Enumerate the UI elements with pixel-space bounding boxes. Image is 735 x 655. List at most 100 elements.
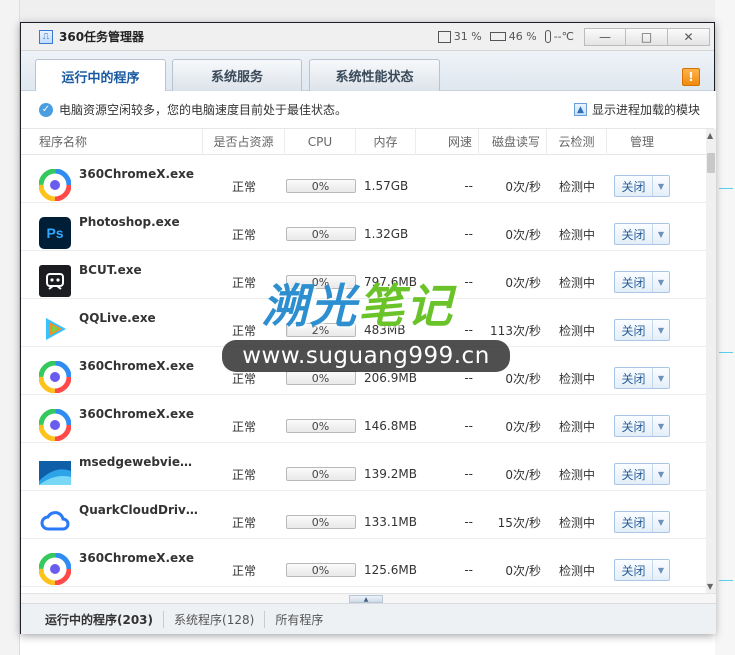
temperature-value: --℃ xyxy=(553,30,574,43)
footer-tab-running[interactable]: 运行中的程序(203) xyxy=(21,610,165,628)
temperature-stat: --℃ xyxy=(544,30,574,43)
collapse-up-icon[interactable]: ▲ xyxy=(349,595,383,603)
network-speed: -- xyxy=(464,419,473,433)
process-name-cell: BCUT.exe xyxy=(21,251,203,299)
process-name: QuarkCloudDrive.e... xyxy=(79,503,203,517)
close-process-label[interactable]: 关闭 xyxy=(615,368,653,388)
show-modules-link[interactable]: ▲ 显示进程加载的模块 xyxy=(573,101,700,118)
warning-icon[interactable]: ! xyxy=(682,68,700,86)
check-icon: ✓ xyxy=(39,102,53,117)
close-process-button[interactable]: 关闭 ▼ xyxy=(614,175,670,197)
footer-tab-all[interactable]: 所有程序 xyxy=(265,611,333,628)
column-header-cpu[interactable]: CPU xyxy=(285,129,356,155)
process-name: BCUT.exe xyxy=(79,263,142,277)
close-process-button[interactable]: 关闭 ▼ xyxy=(614,415,670,437)
dropdown-arrow-icon[interactable]: ▼ xyxy=(653,512,669,532)
cloud-check-status: 检测中 xyxy=(558,419,595,434)
close-process-button[interactable]: 关闭 ▼ xyxy=(614,223,670,245)
title-bar[interactable]: ⎍ 360任务管理器 31 % 46 % --℃ — □ ✕ xyxy=(21,23,714,51)
process-row[interactable]: Ps Photoshop.exe 正常 0% 1.32GB -- 0次/秒 检测… xyxy=(21,203,706,251)
svg-text:Ps: Ps xyxy=(46,225,63,241)
disk-io: 0次/秒 xyxy=(505,563,541,578)
scroll-up-icon[interactable]: ▲ xyxy=(707,131,713,140)
close-process-button[interactable]: 关闭 ▼ xyxy=(614,463,670,485)
process-name-cell: QuarkCloudDrive.e... xyxy=(21,491,203,539)
vertical-scrollbar[interactable]: ▲ ▼ xyxy=(706,129,716,593)
column-header-manage[interactable]: 管理 xyxy=(607,129,677,155)
close-process-label[interactable]: 关闭 xyxy=(615,464,653,484)
close-process-button[interactable]: 关闭 ▼ xyxy=(614,319,670,341)
close-process-label[interactable]: 关闭 xyxy=(615,272,653,292)
close-process-label[interactable]: 关闭 xyxy=(615,320,653,340)
tab-performance-status[interactable]: 系统性能状态 xyxy=(309,59,440,91)
column-header-name[interactable]: 程序名称 xyxy=(21,129,203,155)
close-window-button[interactable]: ✕ xyxy=(668,27,710,46)
cpu-cell: 0% xyxy=(285,491,356,539)
dropdown-arrow-icon[interactable]: ▼ xyxy=(653,464,669,484)
cloud-check-status: 检测中 xyxy=(558,467,595,482)
close-process-button[interactable]: 关闭 ▼ xyxy=(614,559,670,581)
cloud-check-status: 检测中 xyxy=(558,371,595,386)
column-header-cloud[interactable]: 云检测 xyxy=(547,129,607,155)
network-speed: -- xyxy=(464,515,473,529)
cpu-usage-bar: 0% xyxy=(285,419,356,433)
memory-usage-value: 125.6MB xyxy=(364,563,417,577)
close-process-label[interactable]: 关闭 xyxy=(615,416,653,436)
tab-running-programs[interactable]: 运行中的程序 xyxy=(35,59,166,92)
column-header-memory[interactable]: 内存 xyxy=(356,129,416,155)
close-process-button[interactable]: 关闭 ▼ xyxy=(614,271,670,293)
resource-status: 正常 xyxy=(231,227,256,242)
window-title: 360任务管理器 xyxy=(59,30,145,44)
disk-io: 0次/秒 xyxy=(505,275,541,290)
process-name: msedgewebview2.... xyxy=(79,455,203,469)
qqlive-icon xyxy=(39,313,71,345)
memory-usage: 46 % xyxy=(508,30,537,43)
dropdown-arrow-icon[interactable]: ▼ xyxy=(653,272,669,292)
maximize-button[interactable]: □ xyxy=(626,27,668,46)
column-header-network[interactable]: 网速 xyxy=(416,129,479,155)
cpu-usage-text: 0% xyxy=(311,371,330,385)
chrome360-icon xyxy=(38,168,72,202)
process-row[interactable]: 360ChromeX.exe 正常 0% 1.57GB -- 0次/秒 检测中 … xyxy=(21,155,706,203)
disk-io: 0次/秒 xyxy=(505,419,541,434)
memory-usage-value: 139.2MB xyxy=(364,467,417,481)
minimize-button[interactable]: — xyxy=(584,27,626,46)
dropdown-arrow-icon[interactable]: ▼ xyxy=(653,560,669,580)
scroll-down-icon[interactable]: ▼ xyxy=(707,582,713,591)
column-header-resource[interactable]: 是否占资源 xyxy=(203,129,285,155)
process-row[interactable]: QuarkCloudDrive.e... 正常 0% 133.1MB -- 15… xyxy=(21,491,706,539)
scrollbar-thumb[interactable] xyxy=(707,153,715,173)
cpu-usage-bar: 0% xyxy=(285,179,356,193)
disk-io: 15次/秒 xyxy=(497,515,541,530)
column-header-disk[interactable]: 磁盘读写 xyxy=(479,129,547,155)
resource-status: 正常 xyxy=(231,467,256,482)
resource-status: 正常 xyxy=(231,419,256,434)
close-process-label[interactable]: 关闭 xyxy=(615,512,653,532)
dropdown-arrow-icon[interactable]: ▼ xyxy=(653,320,669,340)
close-process-label[interactable]: 关闭 xyxy=(615,176,653,196)
dropdown-arrow-icon[interactable]: ▼ xyxy=(653,416,669,436)
close-process-label[interactable]: 关闭 xyxy=(615,224,653,244)
dropdown-arrow-icon[interactable]: ▼ xyxy=(653,176,669,196)
process-row[interactable]: msedgewebview2.... 正常 0% 139.2MB -- 0次/秒… xyxy=(21,443,706,491)
tab-system-services[interactable]: 系统服务 xyxy=(172,59,302,91)
thermometer-icon xyxy=(544,30,551,43)
memory-usage-value: 1.32GB xyxy=(364,227,409,241)
memory-usage-value: 133.1MB xyxy=(364,515,417,529)
footer-tab-system[interactable]: 系统程序(128) xyxy=(164,610,266,628)
bcut-icon xyxy=(39,265,71,297)
cloud-check-status: 检测中 xyxy=(558,179,595,194)
process-name: Photoshop.exe xyxy=(79,215,180,229)
photoshop-icon: Ps xyxy=(39,217,71,249)
close-process-button[interactable]: 关闭 ▼ xyxy=(614,511,670,533)
cloud-check-status: 检测中 xyxy=(558,275,595,290)
close-process-label[interactable]: 关闭 xyxy=(615,560,653,580)
watermark-title-part1: 溯光 xyxy=(262,279,358,333)
close-process-button[interactable]: 关闭 ▼ xyxy=(614,367,670,389)
process-row[interactable]: 360ChromeX.exe 正常 0% 125.6MB -- 0次/秒 检测中… xyxy=(21,539,706,587)
cpu-usage-bar: 0% xyxy=(285,371,356,385)
dropdown-arrow-icon[interactable]: ▼ xyxy=(653,224,669,244)
desktop-background-right xyxy=(715,0,735,655)
dropdown-arrow-icon[interactable]: ▼ xyxy=(653,368,669,388)
process-row[interactable]: 360ChromeX.exe 正常 0% 146.8MB -- 0次/秒 检测中… xyxy=(21,395,706,443)
